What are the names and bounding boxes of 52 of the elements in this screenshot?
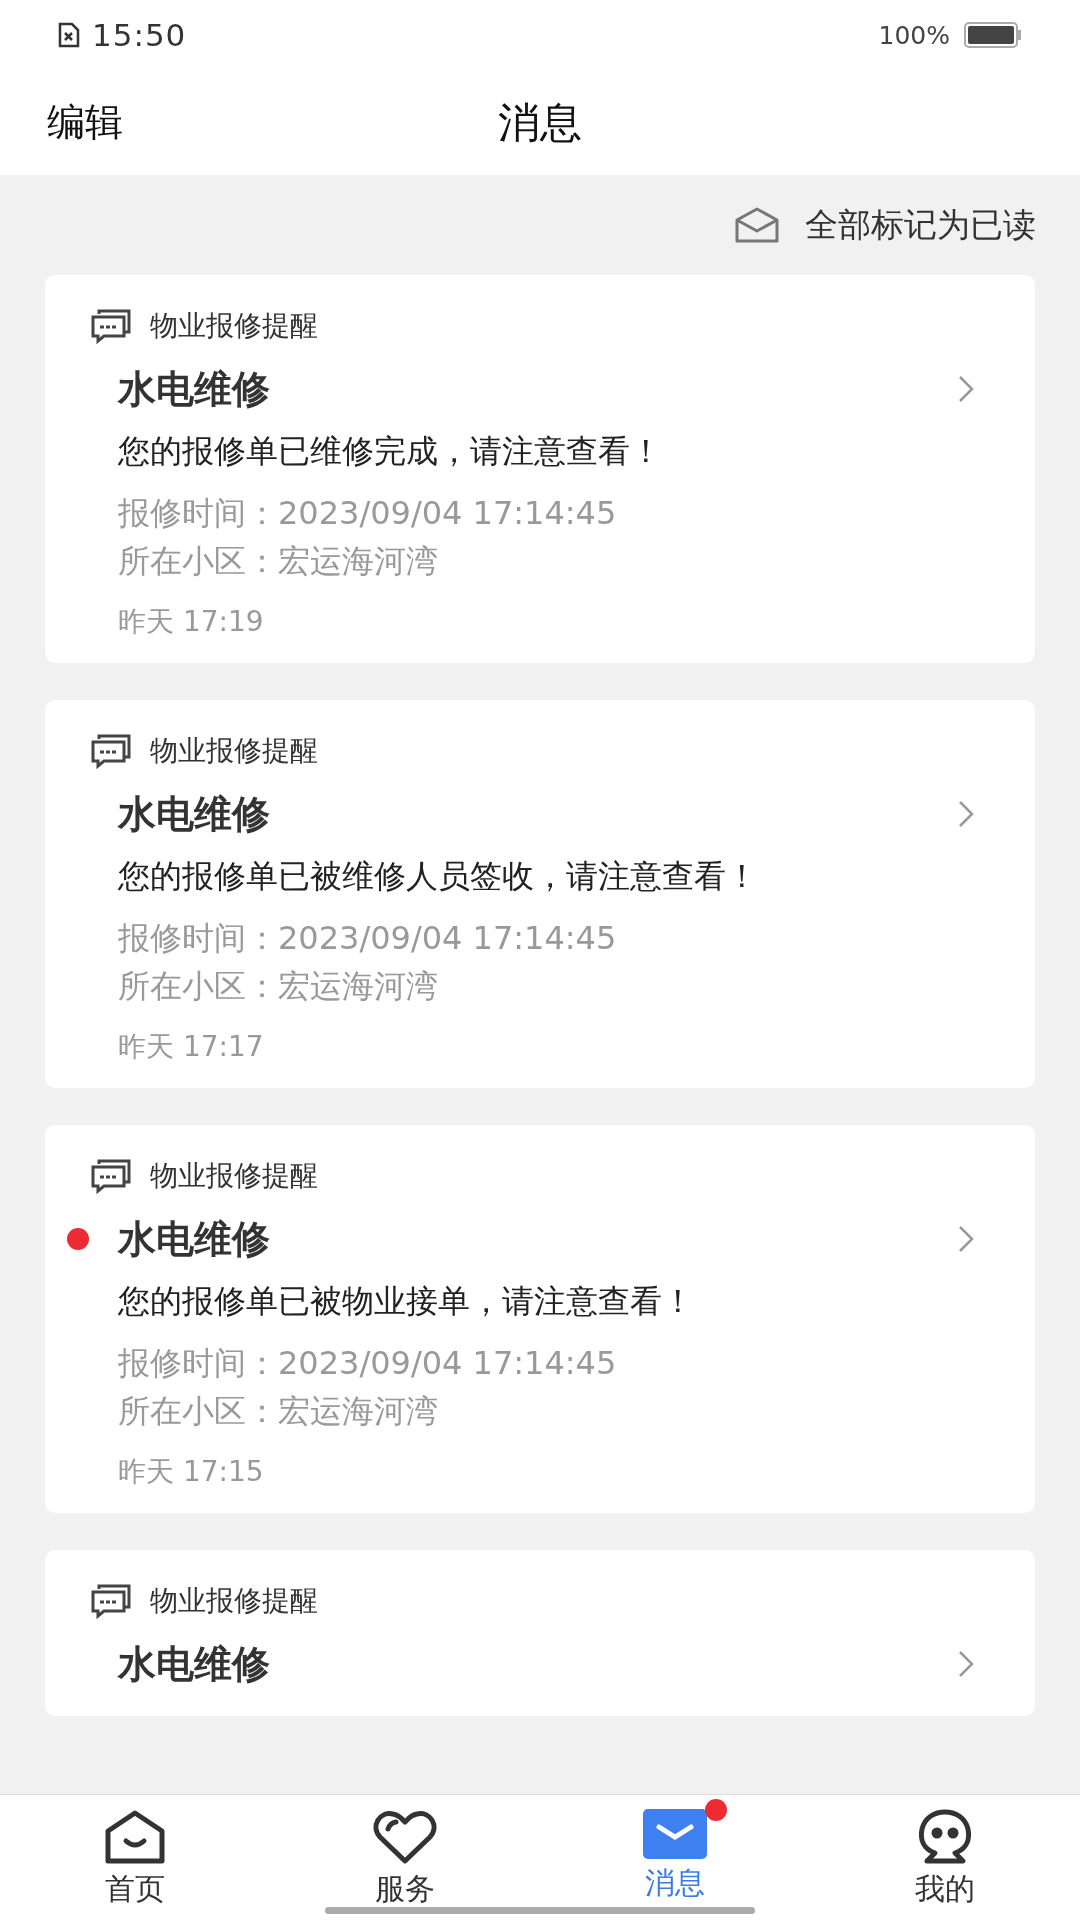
message-category: 物业报修提醒 (150, 1158, 318, 1194)
message-time: 昨天 17:15 (118, 1454, 265, 1490)
heart-icon (372, 1809, 438, 1865)
tab-label: 消息 (645, 1864, 705, 1902)
mark-all-read-button[interactable]: 全部标记为已读 (805, 202, 1036, 248)
message-detail: 所在小区：宏运海河湾 (118, 1391, 439, 1432)
mail-icon (643, 1809, 707, 1859)
tab-item[interactable]: 消息 (540, 1795, 810, 1920)
edit-button[interactable]: 编辑 (47, 97, 498, 148)
sim-card-icon (58, 22, 80, 48)
message-title: 水电维修 (118, 1215, 270, 1263)
message-category: 物业报修提醒 (150, 308, 318, 344)
message-detail: 报修时间：2023/09/04 17:14:45 (118, 918, 618, 959)
status-time: 15:50 (92, 17, 187, 53)
message-card[interactable]: 物业报修提醒 水电维修 您的报修单已被物业接单，请注意查看！ 报修时间：2023/09/04 17:14:45 所在小区：宏运海河湾 昨天 17:15 (45, 1125, 1035, 1513)
battery-icon (964, 22, 1022, 48)
message-detail: 报修时间：2023/09/04 17:14:45 (118, 493, 618, 534)
tab-item[interactable]: 我的 (810, 1795, 1080, 1920)
tab-item[interactable]: 首页 (0, 1795, 270, 1920)
message-time: 昨天 17:17 (118, 1029, 265, 1065)
message-title: 水电维修 (118, 790, 270, 838)
message-time: 昨天 17:19 (118, 604, 265, 640)
chat-icon (90, 308, 132, 344)
tab-label: 我的 (915, 1870, 975, 1908)
battery-percent: 100% (878, 20, 950, 50)
chevron-right-icon (957, 799, 975, 829)
message-title: 水电维修 (118, 365, 270, 413)
message-card[interactable]: 物业报修提醒 水电维修 您的报修单已被维修人员签收，请注意查看！ 报修时间：2023/09/04 17:14:45 所在小区：宏运海河湾 昨天 17:17 (45, 700, 1035, 1088)
chat-icon (90, 1583, 132, 1619)
message-detail: 所在小区：宏运海河湾 (118, 541, 439, 582)
message-category: 物业报修提醒 (150, 733, 318, 769)
chevron-right-icon (957, 1649, 975, 1679)
message-detail: 所在小区：宏运海河湾 (118, 966, 439, 1007)
chat-icon (90, 1158, 132, 1194)
chevron-right-icon (957, 1224, 975, 1254)
house-icon (104, 1809, 166, 1865)
chat-icon (90, 733, 132, 769)
page-title: 消息 (498, 96, 582, 149)
envelope-icon (735, 207, 779, 243)
tab-label: 服务 (375, 1870, 435, 1908)
face-icon (917, 1809, 973, 1865)
tab-label: 首页 (105, 1870, 165, 1908)
message-detail: 报修时间：2023/09/04 17:14:45 (118, 1343, 618, 1384)
message-card[interactable]: 物业报修提醒 水电维修 (45, 1550, 1035, 1716)
message-body: 您的报修单已被维修人员签收，请注意查看！ (118, 856, 759, 896)
message-card[interactable]: 物业报修提醒 水电维修 您的报修单已维修完成，请注意查看！ 报修时间：2023/09/04 17:14:45 所在小区：宏运海河湾 昨天 17:19 (45, 275, 1035, 663)
message-category: 物业报修提醒 (150, 1583, 318, 1619)
message-body: 您的报修单已维修完成，请注意查看！ (118, 431, 663, 471)
chevron-right-icon (957, 374, 975, 404)
message-title: 水电维修 (118, 1640, 270, 1688)
message-body: 您的报修单已被物业接单，请注意查看！ (118, 1281, 695, 1321)
tab-item[interactable]: 服务 (270, 1795, 540, 1920)
